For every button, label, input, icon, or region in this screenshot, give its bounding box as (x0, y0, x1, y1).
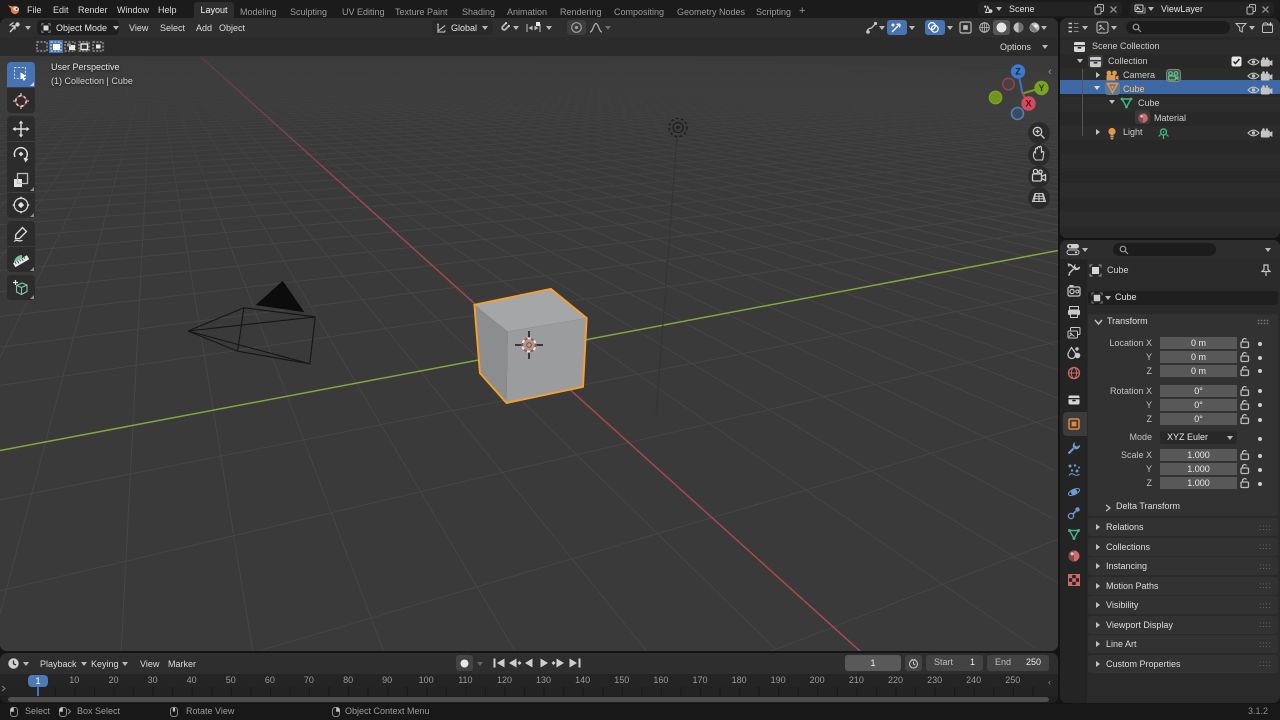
svg-text:‹: ‹ (1048, 66, 1052, 78)
svg-text:X: X (1025, 99, 1031, 109)
svg-text:Z: Z (1015, 67, 1021, 77)
svg-text:Y: Y (1038, 83, 1044, 93)
